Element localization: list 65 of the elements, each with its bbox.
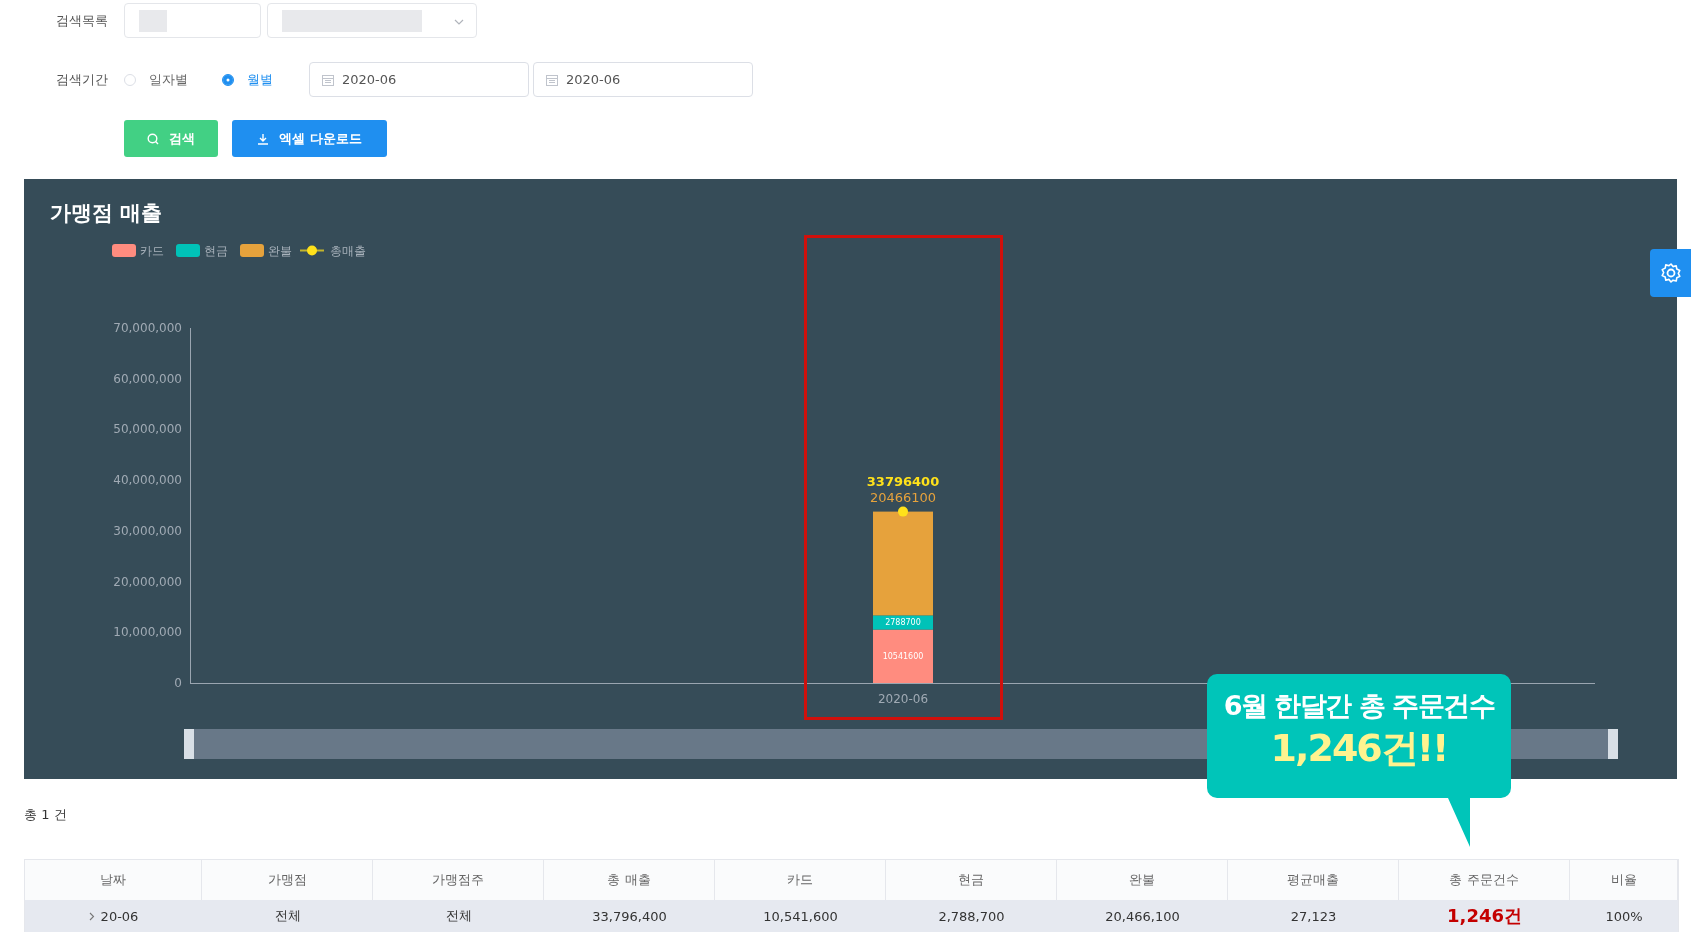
search-icon	[147, 132, 159, 145]
total-count: 총 1 건	[24, 806, 68, 824]
legend-line-swatch[interactable]	[299, 245, 325, 256]
y-tick-label: 60,000,000	[113, 371, 182, 386]
y-tick-label: 30,000,000	[113, 523, 182, 538]
table-cell: 전체	[202, 900, 373, 932]
store-select[interactable]	[267, 3, 477, 38]
callout-count: 1,246건!!	[1269, 725, 1449, 772]
date-to-field[interactable]: 2020-06	[533, 62, 753, 97]
excel-download-button[interactable]: 엑셀 다운로드	[232, 120, 387, 157]
legend-swatch[interactable]	[112, 244, 136, 257]
y-tick-label: 20,000,000	[113, 574, 182, 589]
table-cell: 20,466,100	[1057, 900, 1228, 932]
search-period-label: 검색기간	[55, 70, 109, 89]
column-header: 총 주문건수	[1399, 860, 1570, 900]
legend-swatch[interactable]	[240, 244, 264, 257]
column-header: 평균매출	[1228, 860, 1399, 900]
y-tick-label: 0	[174, 676, 182, 690]
settings-icon	[1659, 262, 1682, 284]
column-header: 카드	[715, 860, 886, 900]
search-category-label: 검색목록	[55, 11, 109, 30]
column-header: 가맹점주	[373, 860, 544, 900]
table-cell: 2,788,700	[886, 900, 1057, 932]
x-tick-label: 2020-06	[877, 692, 929, 706]
period-radio[interactable]: 일자별	[124, 70, 222, 89]
date-from-field[interactable]: 2020-06	[309, 62, 529, 97]
data-label: 10541600	[882, 651, 924, 661]
legend-label[interactable]: 카드	[140, 244, 164, 258]
column-header: 완불	[1057, 860, 1228, 900]
data-label: 20466100	[869, 489, 937, 505]
data-label: 2788700	[885, 617, 921, 627]
y-tick-label: 50,000,000	[113, 422, 182, 437]
chevron-down-icon	[454, 19, 464, 25]
legend-swatch[interactable]	[176, 244, 200, 257]
callout-headline: 6월 한달간 총 주문건수	[1222, 689, 1496, 723]
legend-label[interactable]: 총매출	[330, 244, 366, 258]
legend-label[interactable]: 현금	[204, 244, 228, 258]
y-tick-label: 10,000,000	[113, 625, 182, 640]
period-radio[interactable]: 월별	[222, 70, 309, 89]
calendar-icon	[322, 73, 334, 86]
column-header: 현금	[886, 860, 1057, 900]
y-tick-label: 40,000,000	[113, 473, 182, 488]
category-select[interactable]	[124, 3, 261, 38]
caret-icon[interactable]	[88, 911, 95, 921]
line-point[interactable]	[898, 506, 908, 517]
table-cell: 10,541,600	[715, 900, 886, 932]
bar[interactable]	[873, 629, 933, 683]
table-cell: 20-06	[100, 908, 139, 924]
table-cell: 27,123	[1228, 900, 1399, 932]
table-cell: 33,796,400	[544, 900, 715, 932]
calendar-icon	[546, 73, 558, 86]
settings-button[interactable]	[1650, 249, 1691, 297]
legend-label[interactable]: 완불	[268, 244, 292, 258]
column-header: 가맹점	[202, 860, 373, 900]
column-header: 날짜	[25, 860, 202, 900]
table-cell: 100%	[1570, 900, 1678, 932]
column-header: 비율	[1570, 860, 1678, 900]
column-header: 총 매출	[544, 860, 715, 900]
chart-title: 가맹점 매출	[49, 200, 164, 225]
y-tick-label: 70,000,000	[113, 321, 182, 335]
table-cell: 전체	[373, 900, 544, 932]
bar[interactable]	[873, 615, 933, 630]
table-cell: 1,246건	[1399, 900, 1570, 932]
download-icon	[257, 132, 270, 145]
data-label: 33796400	[866, 473, 940, 489]
